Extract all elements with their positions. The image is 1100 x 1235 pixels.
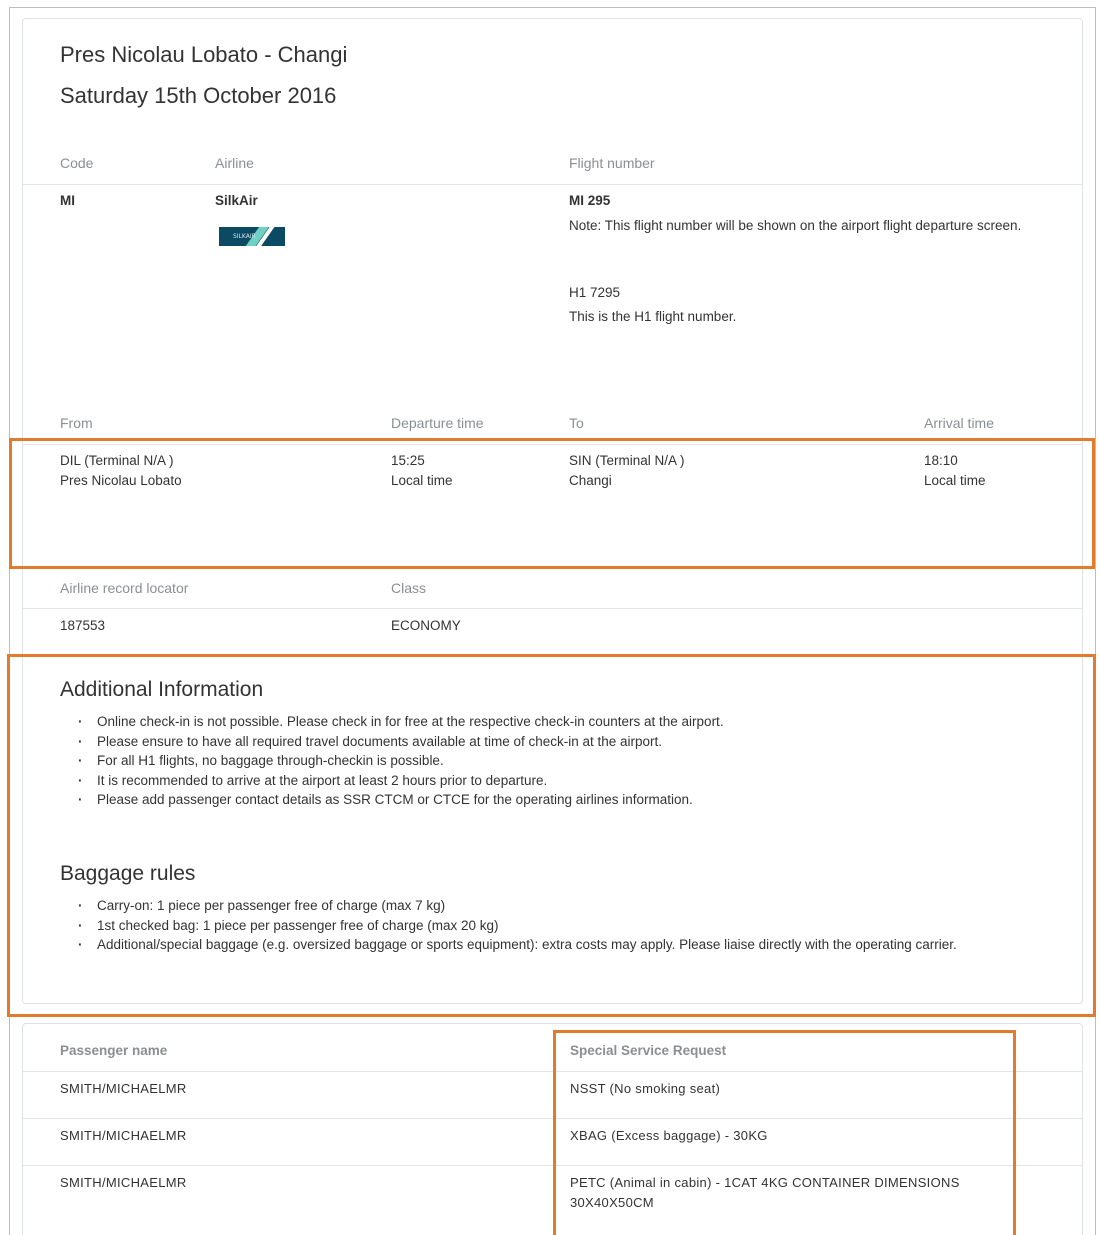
from-label: From: [60, 415, 93, 431]
logo-text: SILKAIR: [233, 233, 256, 240]
silkair-logo: SILKAIR: [219, 227, 285, 246]
ssr-header: Special Service Request: [570, 1043, 727, 1058]
table-row-divider: [23, 1118, 1082, 1119]
ssr-value: PETC (Animal in cabin) - 1CAT 4KG CONTAI…: [570, 1175, 960, 1210]
airline-label: Airline: [215, 155, 254, 171]
list-item: Online check-in is not possible. Please …: [78, 712, 1038, 732]
list-item: Please ensure to have all required trave…: [78, 732, 1038, 752]
record-locator-label: Airline record locator: [60, 580, 189, 596]
divider: [23, 1071, 1082, 1072]
additional-info-title: Additional Information: [60, 678, 264, 701]
h1-flight-note: This is the H1 flight number.: [569, 309, 737, 324]
passenger-name: SMITH/MICHAELMR: [60, 1081, 187, 1096]
passenger-name: SMITH/MICHAELMR: [60, 1175, 187, 1190]
passenger-name: SMITH/MICHAELMR: [60, 1128, 187, 1143]
divider: [23, 608, 1082, 609]
baggage-rules-title: Baggage rules: [60, 862, 196, 885]
flight-number-label: Flight number: [569, 155, 655, 171]
list-item: 1st checked bag: 1 piece per passenger f…: [78, 916, 1038, 936]
departure-time-label: Departure time: [391, 415, 484, 431]
arrival-time-label: Arrival time: [924, 415, 995, 431]
route-title: Pres Nicolau Lobato - Changi: [60, 42, 348, 67]
divider: [23, 444, 1082, 445]
flight-number: MI 295: [569, 193, 611, 208]
baggage-rules-list: Carry-on: 1 piece per passenger free of …: [78, 896, 1038, 955]
ssr-value: XBAG (Excess baggage) - 30KG: [570, 1128, 768, 1143]
record-locator: 187553: [60, 618, 106, 633]
departure-time: 15:25: [391, 453, 425, 468]
travel-class: ECONOMY: [391, 618, 461, 633]
departure-timezone: Local time: [391, 473, 453, 488]
list-item: Carry-on: 1 piece per passenger free of …: [78, 896, 1038, 916]
arrival-airport-name: Changi: [569, 473, 612, 488]
list-item: For all H1 flights, no baggage through-c…: [78, 751, 1038, 771]
to-label: To: [569, 415, 584, 431]
airline-name: SilkAir: [215, 193, 258, 208]
flight-number-note: Note: This flight number will be shown o…: [569, 218, 1022, 233]
departure-airport-name: Pres Nicolau Lobato: [60, 473, 182, 488]
arrival-timezone: Local time: [924, 473, 986, 488]
list-item: Please add passenger contact details as …: [78, 790, 1038, 810]
class-label: Class: [391, 580, 427, 596]
ssr-value: NSST (No smoking seat): [570, 1081, 721, 1096]
arrival-time: 18:10: [924, 453, 958, 468]
list-item: Additional/special baggage (e.g. oversiz…: [78, 935, 1038, 955]
departure-airport-code: DIL (Terminal N/A ): [60, 453, 174, 468]
h1-flight-number: H1 7295: [569, 285, 621, 300]
arrival-airport-code: SIN (Terminal N/A ): [569, 453, 685, 468]
flight-card: [22, 18, 1083, 1004]
list-item: It is recommended to arrive at the airpo…: [78, 771, 1038, 791]
additional-info-list: Online check-in is not possible. Please …: [78, 712, 1038, 810]
airline-code: MI: [60, 193, 75, 208]
flight-date: Saturday 15th October 2016: [60, 83, 337, 108]
passenger-name-header: Passenger name: [60, 1043, 168, 1058]
code-label: Code: [60, 155, 94, 171]
divider: [23, 184, 1082, 185]
table-row-divider: [23, 1165, 1082, 1166]
